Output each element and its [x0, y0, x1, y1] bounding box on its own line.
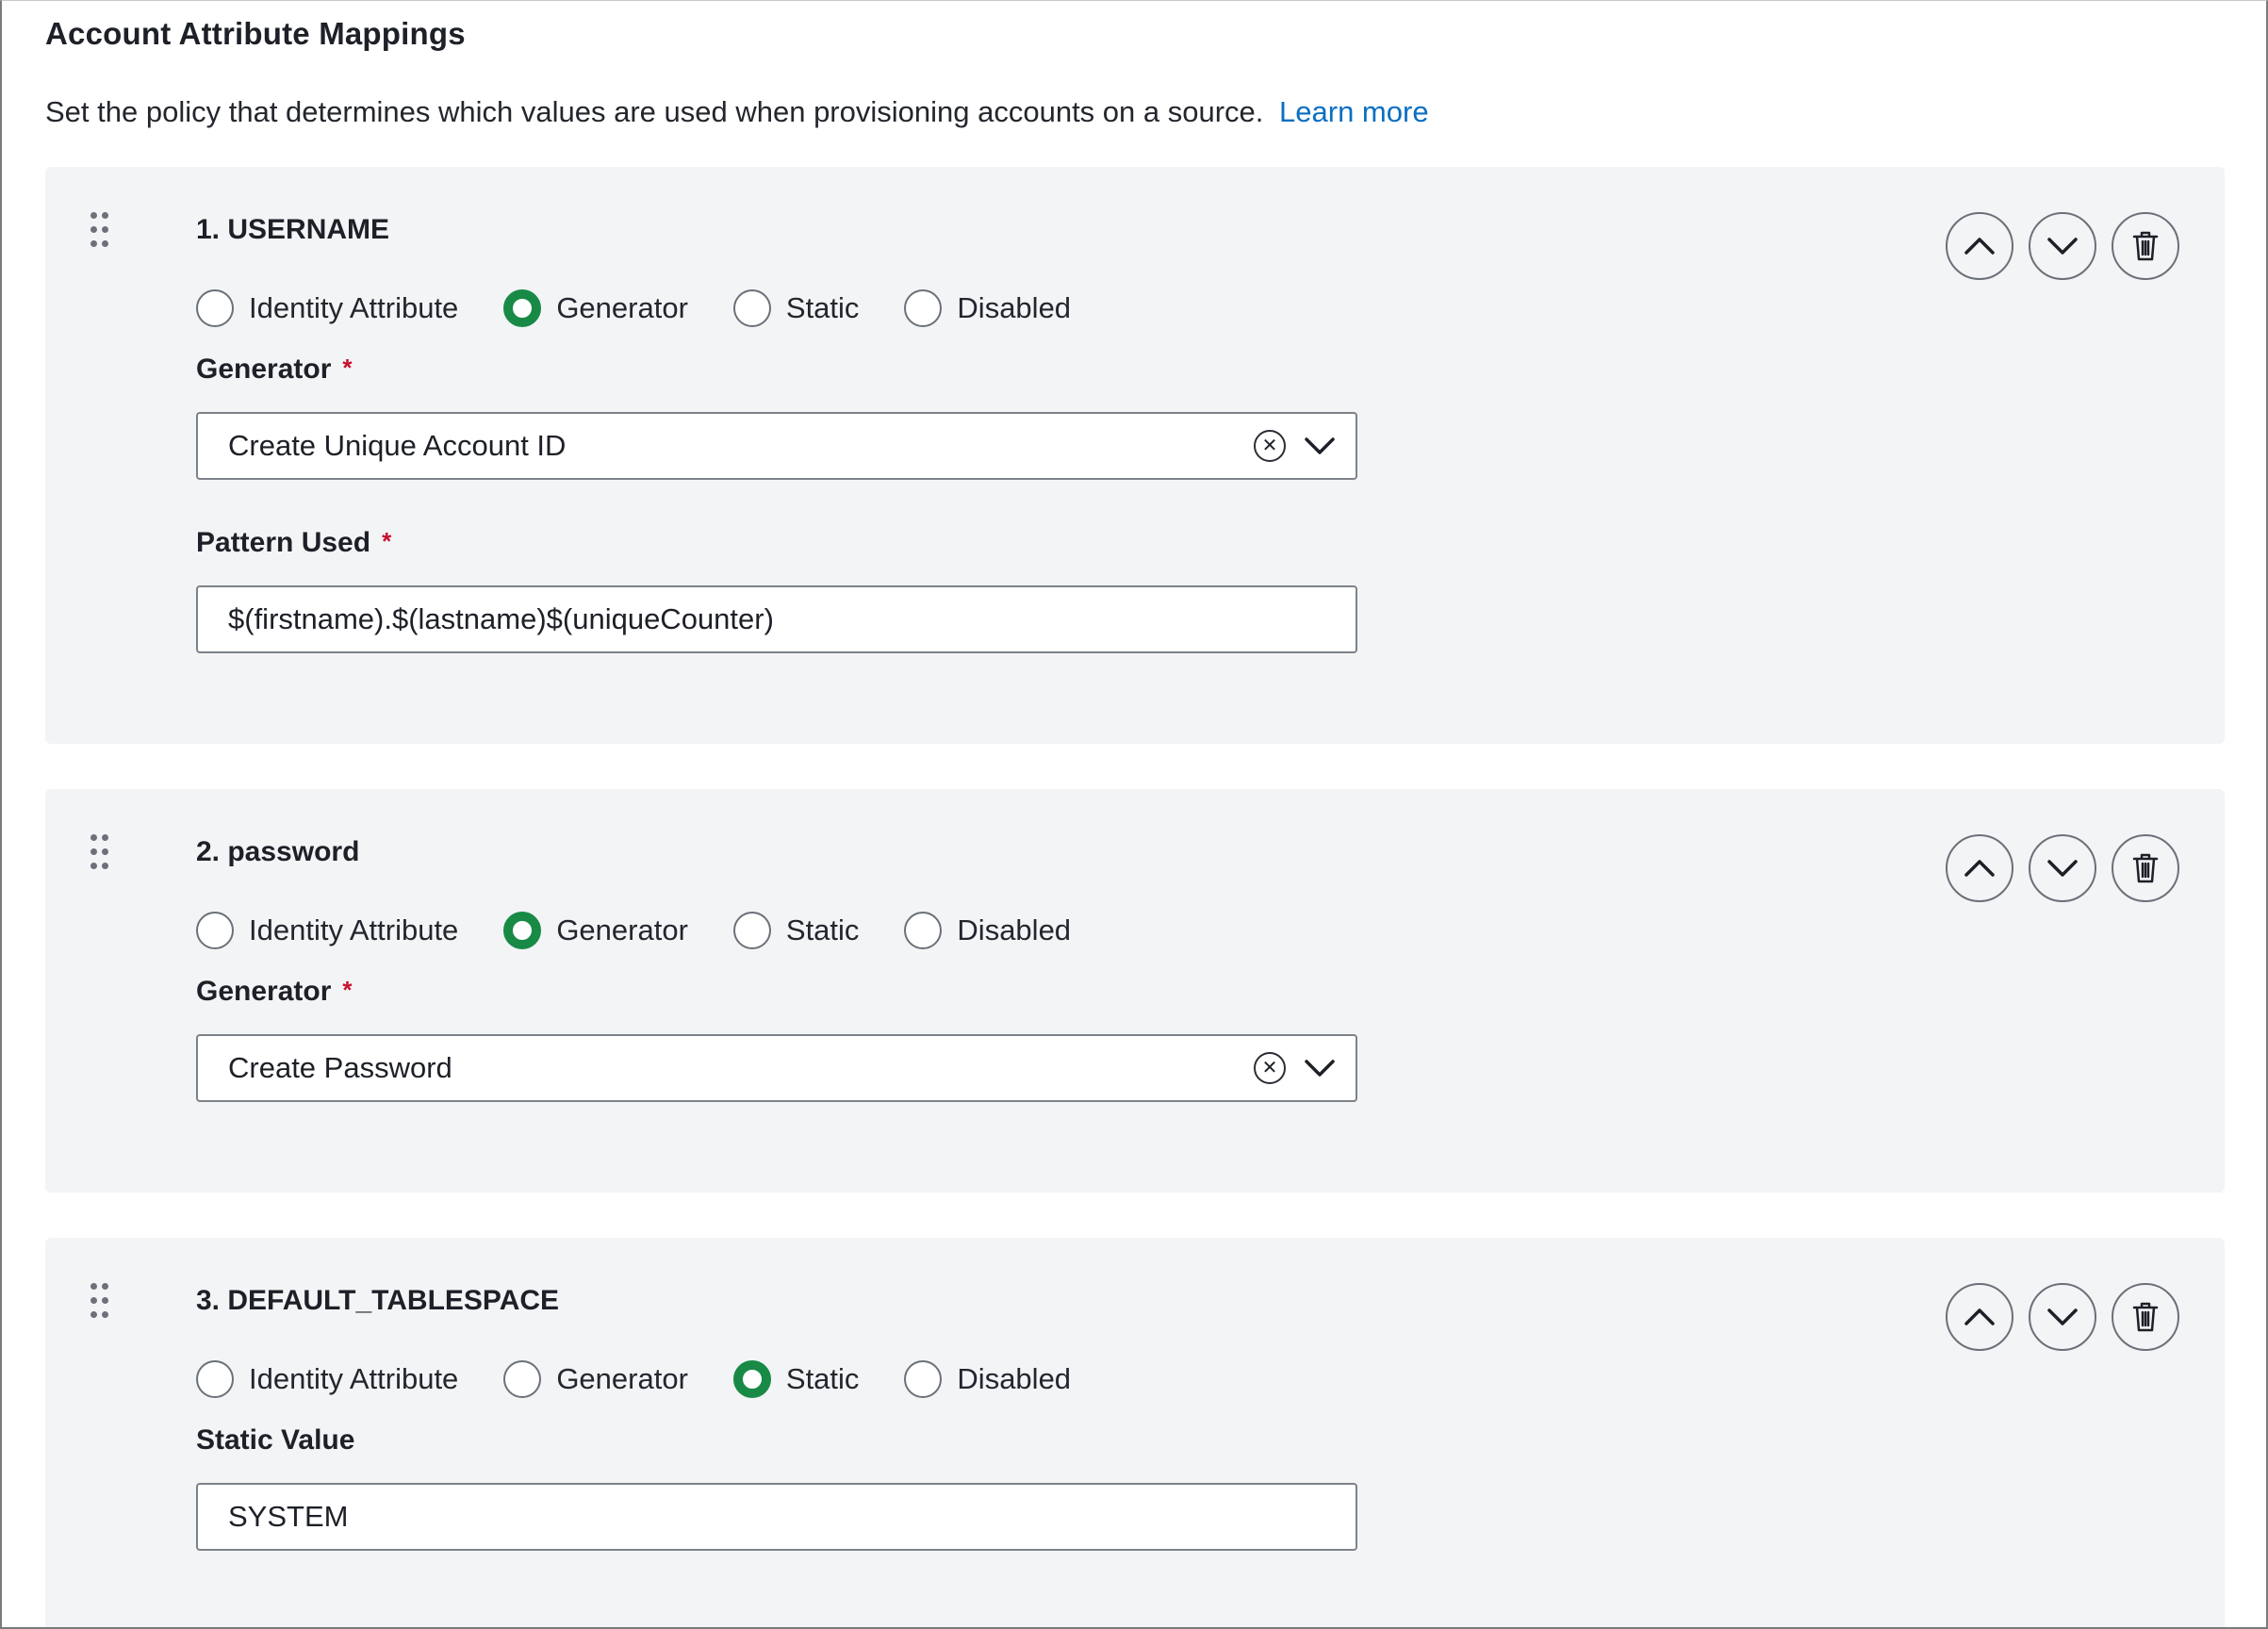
drag-handle-icon[interactable]	[90, 834, 111, 872]
page-description: Set the policy that determines which val…	[45, 95, 1429, 129]
radio-circle	[732, 1360, 771, 1398]
mapping-card-username: 1. USERNAME Identity Attribute Generator…	[45, 167, 2225, 744]
chevron-up-icon	[1964, 860, 1995, 877]
radio-generator[interactable]: Generator	[503, 1360, 688, 1398]
chevron-down-icon	[2047, 860, 2078, 877]
radio-disabled[interactable]: Disabled	[904, 1360, 1071, 1398]
trash-icon	[2132, 1302, 2159, 1332]
description-text: Set the policy that determines which val…	[45, 95, 1264, 128]
clear-circle-icon[interactable]: ✕	[1254, 430, 1286, 462]
select-value: Create Unique Account ID	[228, 429, 567, 462]
drag-handle-icon[interactable]	[90, 212, 111, 250]
chevron-down-icon	[2047, 1308, 2078, 1325]
mapping-title: 1. USERNAME	[196, 214, 390, 245]
pattern-used-input[interactable]: $(firstname).$(lastname)$(uniqueCounter)	[196, 585, 1357, 653]
generator-select[interactable]: Create Unique Account ID ✕	[196, 412, 1357, 480]
generator-select[interactable]: Create Password ✕	[196, 1034, 1357, 1102]
select-value: Create Password	[228, 1051, 452, 1084]
mapping-title: 2. password	[196, 836, 360, 867]
static-value-label: Static Value	[196, 1424, 355, 1456]
source-type-radio-group: Identity Attribute Generator Static Disa…	[196, 288, 1116, 329]
move-up-button[interactable]	[1946, 834, 2013, 902]
input-value: SYSTEM	[228, 1500, 349, 1533]
radio-generator[interactable]: Generator	[503, 912, 688, 949]
radio-circle	[503, 289, 542, 327]
radio-label: Identity Attribute	[249, 1362, 459, 1395]
radio-identity-attribute[interactable]: Identity Attribute	[196, 1360, 458, 1398]
chevron-down-icon	[2047, 238, 2078, 255]
radio-label: Disabled	[957, 1362, 1072, 1395]
move-down-button[interactable]	[2029, 1283, 2096, 1351]
radio-identity-attribute[interactable]: Identity Attribute	[196, 289, 458, 327]
chevron-up-icon	[1964, 1308, 1995, 1325]
radio-generator[interactable]: Generator	[503, 289, 688, 327]
mapping-card-default-tablespace: 3. DEFAULT_TABLESPACE Identity Attribute…	[45, 1238, 2225, 1627]
input-value: $(firstname).$(lastname)$(uniqueCounter)	[228, 602, 774, 635]
radio-identity-attribute[interactable]: Identity Attribute	[196, 912, 458, 949]
radio-circle	[196, 912, 234, 949]
radio-label: Identity Attribute	[249, 913, 459, 946]
source-type-radio-group: Identity Attribute Generator Static Disa…	[196, 1358, 1116, 1400]
move-down-button[interactable]	[2029, 834, 2096, 902]
radio-static[interactable]: Static	[732, 912, 860, 949]
clear-circle-icon[interactable]: ✕	[1254, 1052, 1286, 1084]
delete-button[interactable]	[2112, 834, 2179, 902]
radio-label: Static	[785, 913, 860, 946]
radio-label: Generator	[556, 291, 688, 324]
chevron-down-icon[interactable]	[1303, 1057, 1337, 1079]
radio-static[interactable]: Static	[732, 289, 860, 327]
radio-circle	[732, 912, 771, 949]
move-down-button[interactable]	[2029, 212, 2096, 280]
radio-circle	[196, 289, 234, 327]
source-type-radio-group: Identity Attribute Generator Static Disa…	[196, 910, 1116, 951]
generator-label: Generator *	[196, 976, 353, 1008]
radio-label: Static	[785, 1362, 860, 1395]
mapping-title: 3. DEFAULT_TABLESPACE	[196, 1285, 560, 1316]
radio-label: Generator	[556, 1362, 688, 1395]
move-up-button[interactable]	[1946, 1283, 2013, 1351]
required-marker: *	[342, 976, 353, 1004]
field-label-text: Pattern Used	[196, 527, 371, 558]
generator-label: Generator *	[196, 354, 353, 386]
radio-disabled[interactable]: Disabled	[904, 912, 1071, 949]
radio-label: Disabled	[957, 913, 1072, 946]
mapping-card-password: 2. password Identity Attribute Generator…	[45, 789, 2225, 1193]
radio-circle	[904, 912, 943, 949]
required-marker: *	[342, 354, 353, 382]
radio-circle	[904, 1360, 943, 1398]
trash-icon	[2132, 853, 2159, 883]
radio-label: Static	[785, 291, 860, 324]
trash-icon	[2132, 231, 2159, 261]
radio-circle	[732, 289, 771, 327]
delete-button[interactable]	[2112, 1283, 2179, 1351]
radio-circle	[904, 289, 943, 327]
radio-circle	[503, 912, 542, 949]
learn-more-link[interactable]: Learn more	[1279, 95, 1429, 128]
radio-label: Disabled	[957, 291, 1072, 324]
chevron-down-icon[interactable]	[1303, 435, 1337, 457]
delete-button[interactable]	[2112, 212, 2179, 280]
drag-handle-icon[interactable]	[90, 1283, 111, 1321]
radio-static[interactable]: Static	[732, 1360, 860, 1398]
chevron-up-icon	[1964, 238, 1995, 255]
radio-circle	[196, 1360, 234, 1398]
radio-label: Generator	[556, 913, 688, 946]
page-title: Account Attribute Mappings	[45, 16, 466, 51]
radio-circle	[503, 1360, 542, 1398]
radio-label: Identity Attribute	[249, 291, 459, 324]
account-attribute-mappings-panel: Account Attribute Mappings Set the polic…	[0, 0, 2268, 1629]
field-label-text: Generator	[196, 976, 332, 1007]
pattern-used-label: Pattern Used *	[196, 527, 391, 559]
radio-disabled[interactable]: Disabled	[904, 289, 1071, 327]
move-up-button[interactable]	[1946, 212, 2013, 280]
required-marker: *	[382, 527, 392, 555]
field-label-text: Generator	[196, 354, 332, 385]
static-value-input[interactable]: SYSTEM	[196, 1483, 1357, 1551]
